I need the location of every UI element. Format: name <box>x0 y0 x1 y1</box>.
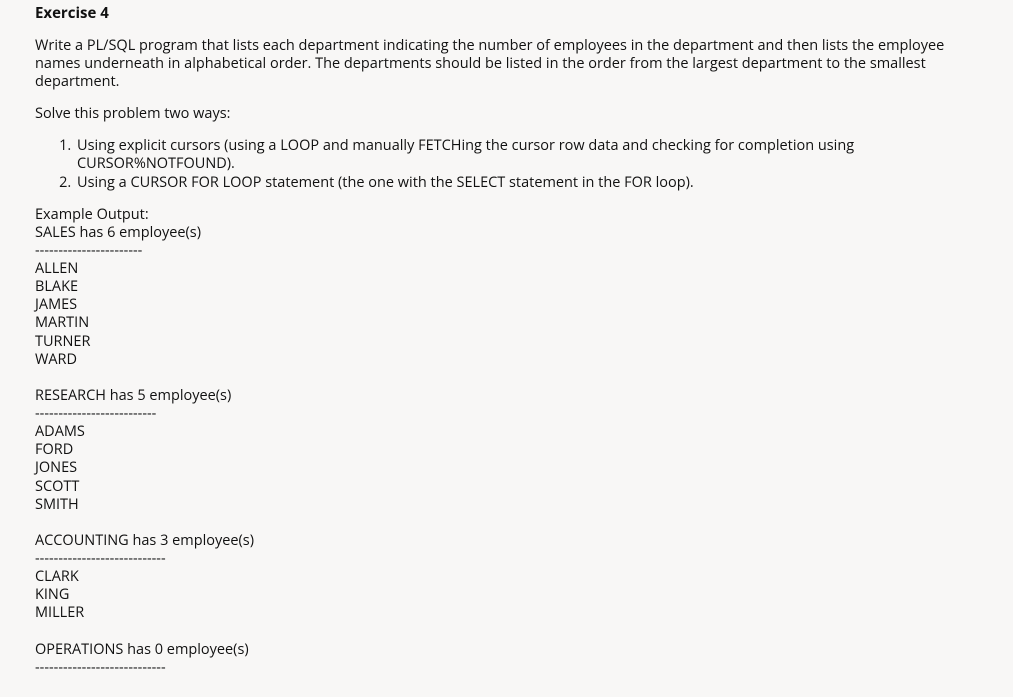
employee-name: SCOTT <box>35 477 79 496</box>
divider: -------------------------- <box>35 404 156 423</box>
employee-name: ADAMS <box>35 422 85 441</box>
employee-name: TURNER <box>35 332 90 351</box>
employee-name: CLARK <box>35 567 79 586</box>
example-label: Example Output: <box>35 205 149 224</box>
divider: ----------------------- <box>35 241 142 260</box>
solve-intro: Solve this problem two ways: <box>35 105 978 123</box>
employee-name: MILLER <box>35 603 84 622</box>
dept-header: RESEARCH has 5 employee(s) <box>35 386 231 405</box>
list-item: Using explicit cursors (using a LOOP and… <box>75 137 978 173</box>
intro-paragraph: Write a PL/SQL program that lists each d… <box>35 37 978 91</box>
ways-list: Using explicit cursors (using a LOOP and… <box>35 137 978 191</box>
divider: ---------------------------- <box>35 549 166 568</box>
list-item: Using a CURSOR FOR LOOP statement (the o… <box>75 174 978 192</box>
employee-name: MARTIN <box>35 313 89 332</box>
dept-header: ACCOUNTING has 3 employee(s) <box>35 531 254 550</box>
exercise-container: Exercise 4 Write a PL/SQL program that l… <box>0 0 1013 697</box>
employee-name: ALLEN <box>35 259 78 278</box>
employee-name: JONES <box>35 458 77 477</box>
employee-name: SMITH <box>35 495 79 514</box>
employee-name: JAMES <box>35 295 77 314</box>
exercise-title: Exercise 4 <box>35 4 978 23</box>
employee-name: BLAKE <box>35 277 78 296</box>
dept-header: SALES has 6 employee(s) <box>35 223 201 242</box>
employee-name: FORD <box>35 440 73 459</box>
employee-name: WARD <box>35 350 77 369</box>
example-output: Example Output: SALES has 6 employee(s) … <box>35 206 978 677</box>
divider: ---------------------------- <box>35 658 166 677</box>
employee-name: KING <box>35 585 69 604</box>
